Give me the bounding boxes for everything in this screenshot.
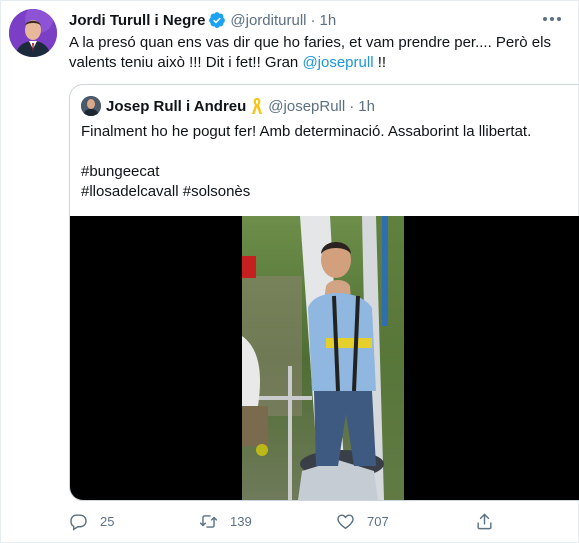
reply-button[interactable]: 25 [69,508,114,534]
tweet-header: Jordi Turull i Negre @jorditurull · 1h [69,10,336,30]
tweet-text-tail: !! [373,54,387,71]
quoted-author-name[interactable]: Josep Rull i Andreu [106,98,246,115]
quoted-tweet-text: Finalment ho he pogut fer! Amb determina… [81,122,561,202]
quoted-author-avatar[interactable] [81,96,101,116]
retweet-button[interactable]: 139 [199,508,252,534]
like-button[interactable]: 707 [336,508,389,534]
retweet-count: 139 [230,513,252,529]
reply-icon [70,513,87,531]
mention-link[interactable]: @joseprull [302,54,373,71]
tweet-text: A la presó quan ens vas dir que ho farie… [69,33,564,73]
more-options-icon[interactable] [540,9,564,29]
video-player[interactable] [70,216,579,500]
author-handle[interactable]: @jorditurull [230,12,306,29]
like-count: 707 [367,513,389,529]
yellow-ribbon-icon [252,98,263,114]
video-frame [242,216,404,500]
author-avatar[interactable] [9,9,57,57]
hashtag-line[interactable]: #llosadelcavall #solsonès [81,182,561,202]
author-name[interactable]: Jordi Turull i Negre [69,12,205,29]
share-icon [477,513,492,529]
hashtag-bungeecat[interactable]: #bungeecat [81,162,561,182]
profile-photo-icon [81,96,101,116]
retweet-icon [199,514,218,528]
video-thumbnail [242,216,404,500]
share-button[interactable] [475,508,506,534]
reply-count: 25 [100,513,115,529]
tweet[interactable]: Jordi Turull i Negre @jorditurull · 1h A… [0,0,579,543]
quoted-tweet[interactable]: Josep Rull i Andreu @josepRull · 1h Fina… [69,84,579,501]
tweet-actions: 25 139 707 [69,508,569,534]
separator-dot: · [310,11,316,29]
verified-badge-icon [209,12,226,28]
tweet-timestamp[interactable]: 1h [320,12,337,29]
quoted-tweet-timestamp[interactable]: 1h [358,98,375,115]
heart-icon [337,513,354,529]
quoted-tweet-header: Josep Rull i Andreu @josepRull · 1h [81,96,375,116]
separator-dot: · [349,97,355,115]
quoted-text-line: Finalment ho he pogut fer! Amb determina… [81,123,532,140]
profile-photo-icon [9,9,57,57]
quoted-author-handle[interactable]: @josepRull [268,98,345,115]
